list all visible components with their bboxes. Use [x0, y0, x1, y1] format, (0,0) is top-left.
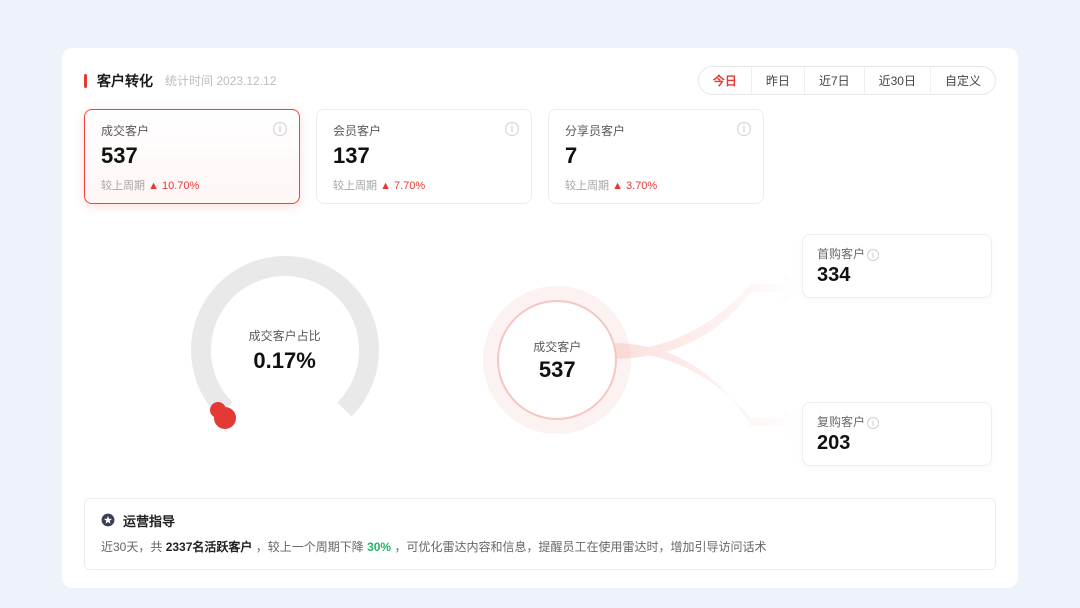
box-value: 334	[817, 264, 977, 287]
card-value: 7	[565, 143, 747, 169]
info-icon[interactable]: i	[867, 249, 879, 261]
visualization-row: 成交客户占比 0.17% 成交客户 537 首购客户i 334	[84, 220, 996, 480]
page-subtitle: 统计时间 2023.12.12	[165, 72, 276, 89]
guidance-box: 运营指导 近30天，共 2337名活跃客户 ，较上一个周期下降 30% ，可优化…	[84, 498, 996, 570]
guidance-heading: 运营指导	[123, 511, 175, 530]
title-area: 客户转化 统计时间 2023.12.12	[84, 71, 276, 91]
gauge-container: 成交客户占比 0.17%	[84, 220, 485, 480]
range-yesterday[interactable]: 昨日	[752, 67, 805, 94]
card-trend: 较上周期 ▲ 10.70%	[101, 177, 283, 193]
trend-prefix: 较上周期	[565, 180, 609, 192]
trend-prefix: 较上周期	[333, 180, 377, 192]
card-value: 537	[101, 143, 283, 169]
info-icon[interactable]: i	[505, 122, 519, 136]
date-range-picker: 今日 昨日 近7日 近30日 自定义	[698, 66, 996, 95]
guidance-body: 近30天，共 2337名活跃客户 ，较上一个周期下降 30% ，可优化雷达内容和…	[101, 538, 979, 557]
header-row: 客户转化 统计时间 2023.12.12 今日 昨日 近7日 近30日 自定义	[84, 66, 996, 95]
page-title: 客户转化	[97, 71, 153, 91]
range-today[interactable]: 今日	[699, 67, 752, 94]
gauge-center: 成交客户占比 0.17%	[170, 327, 400, 374]
card-label: 分享员客户	[565, 122, 747, 139]
drop-pct-strong: 30%	[367, 540, 391, 554]
gauge: 成交客户占比 0.17%	[170, 235, 400, 465]
card-member-customers[interactable]: i 会员客户 137 较上周期 ▲ 7.70%	[316, 109, 532, 204]
gauge-value: 0.17%	[170, 348, 400, 374]
card-label: 成交客户	[101, 122, 283, 139]
flow-container: 成交客户 537 首购客户i 334 复购客户i 203	[485, 220, 996, 480]
trend-value: ▲ 3.70%	[612, 180, 657, 192]
star-badge-icon	[101, 513, 115, 527]
card-label: 会员客户	[333, 122, 515, 139]
trend-value: ▲ 7.70%	[380, 180, 425, 192]
gauge-label: 成交客户占比	[170, 327, 400, 344]
node-label: 成交客户	[533, 338, 581, 355]
info-icon[interactable]: i	[737, 122, 751, 136]
box-value: 203	[817, 432, 977, 455]
dashboard-panel: 客户转化 统计时间 2023.12.12 今日 昨日 近7日 近30日 自定义 …	[62, 48, 1018, 588]
repurchase-box: 复购客户i 203	[802, 402, 992, 466]
trend-prefix: 较上周期	[101, 180, 145, 192]
stat-cards-row: i 成交客户 537 较上周期 ▲ 10.70% i 会员客户 137 较上周期…	[84, 109, 996, 204]
active-customers-strong: 2337名活跃客户	[166, 540, 253, 554]
card-trend: 较上周期 ▲ 7.70%	[333, 177, 515, 193]
deal-customers-node: 成交客户 537	[497, 300, 617, 420]
trend-value: ▲ 10.70%	[148, 180, 199, 192]
title-accent-bar	[84, 74, 87, 88]
box-label: 复购客户i	[817, 413, 977, 430]
info-icon[interactable]: i	[273, 122, 287, 136]
range-7d[interactable]: 近7日	[805, 67, 865, 94]
card-sharer-customers[interactable]: i 分享员客户 7 较上周期 ▲ 3.70%	[548, 109, 764, 204]
info-icon[interactable]: i	[867, 417, 879, 429]
card-deal-customers[interactable]: i 成交客户 537 较上周期 ▲ 10.70%	[84, 109, 300, 204]
box-label: 首购客户i	[817, 245, 977, 262]
guidance-heading-row: 运营指导	[101, 511, 979, 530]
card-trend: 较上周期 ▲ 3.70%	[565, 177, 747, 193]
flow-arrows	[601, 244, 801, 458]
first-purchase-box: 首购客户i 334	[802, 234, 992, 298]
range-custom[interactable]: 自定义	[931, 67, 995, 94]
node-value: 537	[539, 357, 576, 383]
range-30d[interactable]: 近30日	[865, 67, 931, 94]
card-value: 137	[333, 143, 515, 169]
